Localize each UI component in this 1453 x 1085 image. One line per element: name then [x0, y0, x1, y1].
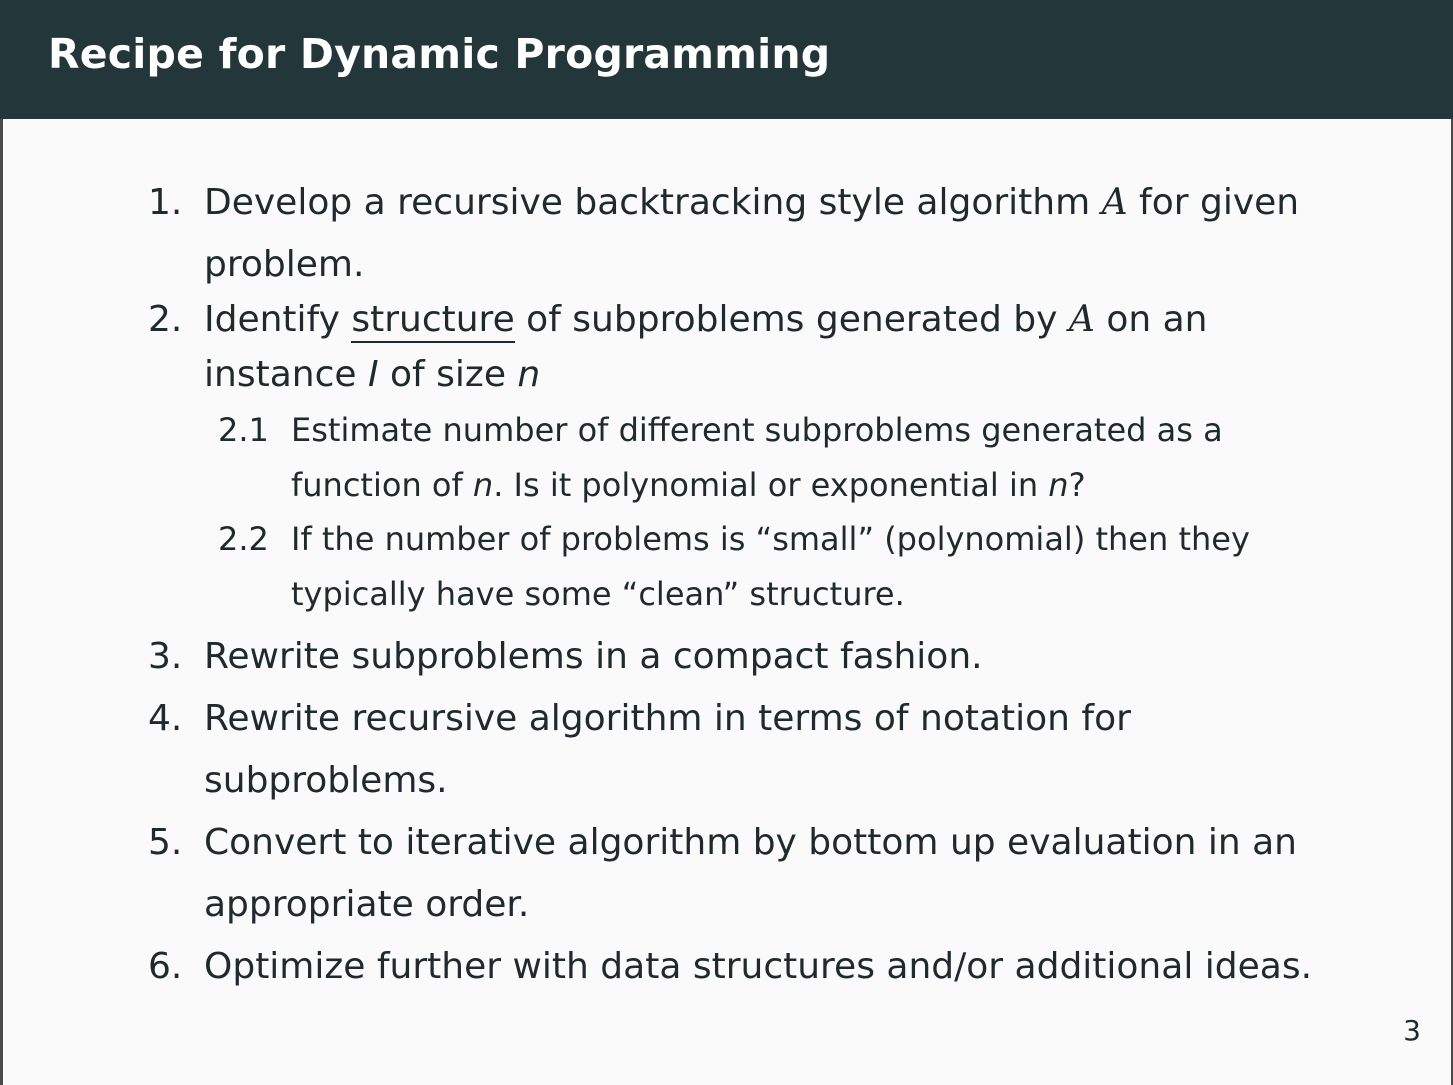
item-number: 2. — [148, 299, 183, 340]
subitem-text: Estimate number of different subproblems… — [291, 411, 1223, 449]
subitem-number: 2.2 — [218, 520, 269, 558]
item-text: Optimize further with data structures an… — [204, 946, 1313, 987]
text-run: . Is it polynomial or exponential in — [493, 466, 1049, 504]
text-run: function of — [291, 466, 473, 504]
math-variable: n — [1048, 466, 1069, 504]
title-bar: Recipe for Dynamic Programming — [0, 0, 1453, 119]
subitem-text: If the number of problems is “small” (po… — [291, 520, 1250, 558]
item-text: problem. — [204, 244, 365, 285]
item-text: appropriate order. — [204, 884, 530, 925]
text-run: Identify — [204, 299, 352, 340]
subitem-text: typically have some “clean” structure. — [291, 575, 905, 613]
item-number: 6. — [148, 946, 183, 987]
item-text: subproblems. — [204, 760, 448, 801]
item-number: 1. — [148, 182, 183, 223]
item-text: Develop a recursive backtracking style a… — [204, 172, 1299, 234]
math-variable: I — [367, 354, 379, 395]
item-text: Rewrite subproblems in a compact fashion… — [204, 636, 983, 677]
underlined-word: structure — [351, 299, 515, 343]
item-text: Convert to iterative algorithm by bottom… — [204, 822, 1297, 863]
item-number: 3. — [148, 636, 183, 677]
subitem-number: 2.1 — [218, 411, 269, 449]
text-run: ? — [1068, 466, 1086, 504]
page-number: 3 — [1403, 1014, 1421, 1047]
text-run: Develop a recursive backtracking style a… — [204, 182, 1102, 223]
text-run: on an — [1094, 299, 1208, 340]
math-symbol-a: A — [1068, 299, 1095, 340]
item-text: Rewrite recursive algorithm in terms of … — [204, 698, 1131, 739]
slide-title: Recipe for Dynamic Programming — [48, 30, 831, 78]
item-text: instance I of size n — [204, 344, 540, 406]
math-symbol-a: A — [1101, 182, 1128, 223]
text-run: instance — [204, 354, 368, 395]
text-run: for given — [1127, 182, 1300, 223]
math-variable: n — [517, 354, 541, 395]
text-run: of size — [378, 354, 518, 395]
math-variable: n — [472, 466, 494, 504]
item-number: 4. — [148, 698, 183, 739]
subitem-text: function of n. Is it polynomial or expon… — [291, 458, 1086, 513]
text-run: of subproblems generated by — [514, 299, 1069, 340]
item-text: Identify structure of subproblems genera… — [204, 289, 1207, 351]
item-number: 5. — [148, 822, 183, 863]
